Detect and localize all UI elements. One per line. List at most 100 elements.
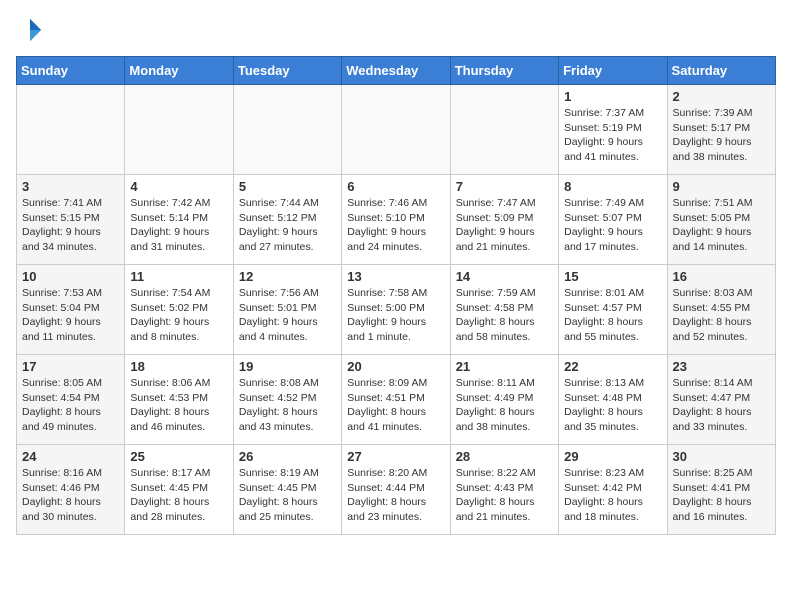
calendar-cell: 7 Sunrise: 7:47 AM Sunset: 5:09 PM Daylig… xyxy=(450,175,558,265)
day-info: Sunrise: 8:22 AM Sunset: 4:43 PM Dayligh… xyxy=(456,466,553,525)
calendar-cell: 25 Sunrise: 8:17 AM Sunset: 4:45 PM Dayli… xyxy=(125,445,233,535)
day-info: Sunrise: 8:06 AM Sunset: 4:53 PM Dayligh… xyxy=(130,376,227,435)
calendar-cell: 11Sunrise: 7:54 AM Sunset: 5:02 PM Dayli… xyxy=(125,265,233,355)
calendar-header-sunday: Sunday xyxy=(17,57,125,85)
calendar-cell: 10Sunrise: 7:53 AM Sunset: 5:04 PM Dayli… xyxy=(17,265,125,355)
calendar-cell xyxy=(342,85,450,175)
day-info: Sunrise: 8:08 AM Sunset: 4:52 PM Dayligh… xyxy=(239,376,336,435)
day-info: Sunrise: 8:03 AM Sunset: 4:55 PM Dayligh… xyxy=(673,286,770,345)
day-number: 13 xyxy=(347,269,444,284)
calendar-cell xyxy=(17,85,125,175)
calendar-cell: 2 Sunrise: 7:39 AM Sunset: 5:17 PM Daylig… xyxy=(667,85,775,175)
day-number: 18 xyxy=(130,359,227,374)
calendar-cell: 14 Sunrise: 7:59 AM Sunset: 4:58 PM Dayli… xyxy=(450,265,558,355)
day-info: Sunrise: 8:19 AM Sunset: 4:45 PM Dayligh… xyxy=(239,466,336,525)
day-number: 12 xyxy=(239,269,336,284)
calendar-week-row: 17Sunrise: 8:05 AM Sunset: 4:54 PM Dayli… xyxy=(17,355,776,445)
calendar-cell: 24 Sunrise: 8:16 AM Sunset: 4:46 PM Dayli… xyxy=(17,445,125,535)
day-number: 20 xyxy=(347,359,444,374)
day-number: 9 xyxy=(673,179,770,194)
day-info: Sunrise: 7:44 AM Sunset: 5:12 PM Dayligh… xyxy=(239,196,336,255)
calendar-header-saturday: Saturday xyxy=(667,57,775,85)
calendar-cell: 13 Sunrise: 7:58 AM Sunset: 5:00 PM Dayli… xyxy=(342,265,450,355)
calendar-cell: 15 Sunrise: 8:01 AM Sunset: 4:57 PM Dayli… xyxy=(559,265,667,355)
calendar-header-friday: Friday xyxy=(559,57,667,85)
day-number: 15 xyxy=(564,269,661,284)
day-info: Sunrise: 7:39 AM Sunset: 5:17 PM Dayligh… xyxy=(673,106,770,165)
day-info: Sunrise: 7:41 AM Sunset: 5:15 PM Dayligh… xyxy=(22,196,119,255)
day-info: Sunrise: 7:51 AM Sunset: 5:05 PM Dayligh… xyxy=(673,196,770,255)
day-info: Sunrise: 7:56 AM Sunset: 5:01 PM Dayligh… xyxy=(239,286,336,345)
day-number: 1 xyxy=(564,89,661,104)
calendar-cell: 19 Sunrise: 8:08 AM Sunset: 4:52 PM Dayli… xyxy=(233,355,341,445)
calendar-week-row: 24 Sunrise: 8:16 AM Sunset: 4:46 PM Dayli… xyxy=(17,445,776,535)
day-number: 8 xyxy=(564,179,661,194)
day-info: Sunrise: 8:23 AM Sunset: 4:42 PM Dayligh… xyxy=(564,466,661,525)
calendar-cell: 1 Sunrise: 7:37 AM Sunset: 5:19 PM Daylig… xyxy=(559,85,667,175)
calendar-cell: 26 Sunrise: 8:19 AM Sunset: 4:45 PM Dayli… xyxy=(233,445,341,535)
day-number: 24 xyxy=(22,449,119,464)
day-number: 26 xyxy=(239,449,336,464)
day-info: Sunrise: 7:42 AM Sunset: 5:14 PM Dayligh… xyxy=(130,196,227,255)
day-number: 16 xyxy=(673,269,770,284)
day-info: Sunrise: 7:58 AM Sunset: 5:00 PM Dayligh… xyxy=(347,286,444,345)
day-info: Sunrise: 8:16 AM Sunset: 4:46 PM Dayligh… xyxy=(22,466,119,525)
day-number: 3 xyxy=(22,179,119,194)
day-info: Sunrise: 7:46 AM Sunset: 5:10 PM Dayligh… xyxy=(347,196,444,255)
day-number: 7 xyxy=(456,179,553,194)
day-info: Sunrise: 8:20 AM Sunset: 4:44 PM Dayligh… xyxy=(347,466,444,525)
calendar-cell: 22Sunrise: 8:13 AM Sunset: 4:48 PM Dayli… xyxy=(559,355,667,445)
calendar-header-row: SundayMondayTuesdayWednesdayThursdayFrid… xyxy=(17,57,776,85)
calendar-cell: 20 Sunrise: 8:09 AM Sunset: 4:51 PM Dayli… xyxy=(342,355,450,445)
day-info: Sunrise: 7:37 AM Sunset: 5:19 PM Dayligh… xyxy=(564,106,661,165)
logo-icon xyxy=(16,16,44,44)
day-info: Sunrise: 8:13 AM Sunset: 4:48 PM Dayligh… xyxy=(564,376,661,435)
page-header xyxy=(16,16,776,44)
calendar-cell xyxy=(125,85,233,175)
calendar-cell: 18 Sunrise: 8:06 AM Sunset: 4:53 PM Dayli… xyxy=(125,355,233,445)
calendar-cell xyxy=(233,85,341,175)
day-number: 25 xyxy=(130,449,227,464)
day-number: 14 xyxy=(456,269,553,284)
calendar-cell: 16 Sunrise: 8:03 AM Sunset: 4:55 PM Dayli… xyxy=(667,265,775,355)
calendar-cell: 12 Sunrise: 7:56 AM Sunset: 5:01 PM Dayli… xyxy=(233,265,341,355)
day-info: Sunrise: 8:05 AM Sunset: 4:54 PM Dayligh… xyxy=(22,376,119,435)
day-info: Sunrise: 8:14 AM Sunset: 4:47 PM Dayligh… xyxy=(673,376,770,435)
calendar-cell: 17Sunrise: 8:05 AM Sunset: 4:54 PM Dayli… xyxy=(17,355,125,445)
day-info: Sunrise: 7:49 AM Sunset: 5:07 PM Dayligh… xyxy=(564,196,661,255)
logo xyxy=(16,16,48,44)
calendar-cell: 28 Sunrise: 8:22 AM Sunset: 4:43 PM Dayli… xyxy=(450,445,558,535)
calendar-week-row: 10Sunrise: 7:53 AM Sunset: 5:04 PM Dayli… xyxy=(17,265,776,355)
day-number: 19 xyxy=(239,359,336,374)
day-number: 28 xyxy=(456,449,553,464)
day-number: 4 xyxy=(130,179,227,194)
calendar-cell: 3 Sunrise: 7:41 AM Sunset: 5:15 PM Daylig… xyxy=(17,175,125,265)
calendar-week-row: 1 Sunrise: 7:37 AM Sunset: 5:19 PM Daylig… xyxy=(17,85,776,175)
day-info: Sunrise: 7:59 AM Sunset: 4:58 PM Dayligh… xyxy=(456,286,553,345)
day-number: 6 xyxy=(347,179,444,194)
day-info: Sunrise: 8:17 AM Sunset: 4:45 PM Dayligh… xyxy=(130,466,227,525)
day-number: 21 xyxy=(456,359,553,374)
calendar-header-monday: Monday xyxy=(125,57,233,85)
day-info: Sunrise: 8:11 AM Sunset: 4:49 PM Dayligh… xyxy=(456,376,553,435)
calendar-cell: 6 Sunrise: 7:46 AM Sunset: 5:10 PM Daylig… xyxy=(342,175,450,265)
calendar-header-wednesday: Wednesday xyxy=(342,57,450,85)
day-number: 23 xyxy=(673,359,770,374)
calendar-cell: 27 Sunrise: 8:20 AM Sunset: 4:44 PM Dayli… xyxy=(342,445,450,535)
calendar-cell: 9 Sunrise: 7:51 AM Sunset: 5:05 PM Daylig… xyxy=(667,175,775,265)
calendar-week-row: 3 Sunrise: 7:41 AM Sunset: 5:15 PM Daylig… xyxy=(17,175,776,265)
calendar-table: SundayMondayTuesdayWednesdayThursdayFrid… xyxy=(16,56,776,535)
day-number: 29 xyxy=(564,449,661,464)
calendar-cell: 21 Sunrise: 8:11 AM Sunset: 4:49 PM Dayli… xyxy=(450,355,558,445)
day-info: Sunrise: 7:54 AM Sunset: 5:02 PM Dayligh… xyxy=(130,286,227,345)
calendar-header-tuesday: Tuesday xyxy=(233,57,341,85)
day-info: Sunrise: 8:01 AM Sunset: 4:57 PM Dayligh… xyxy=(564,286,661,345)
day-info: Sunrise: 8:25 AM Sunset: 4:41 PM Dayligh… xyxy=(673,466,770,525)
calendar-cell: 30Sunrise: 8:25 AM Sunset: 4:41 PM Dayli… xyxy=(667,445,775,535)
day-number: 27 xyxy=(347,449,444,464)
day-number: 2 xyxy=(673,89,770,104)
calendar-header-thursday: Thursday xyxy=(450,57,558,85)
day-info: Sunrise: 8:09 AM Sunset: 4:51 PM Dayligh… xyxy=(347,376,444,435)
day-info: Sunrise: 7:47 AM Sunset: 5:09 PM Dayligh… xyxy=(456,196,553,255)
calendar-cell xyxy=(450,85,558,175)
